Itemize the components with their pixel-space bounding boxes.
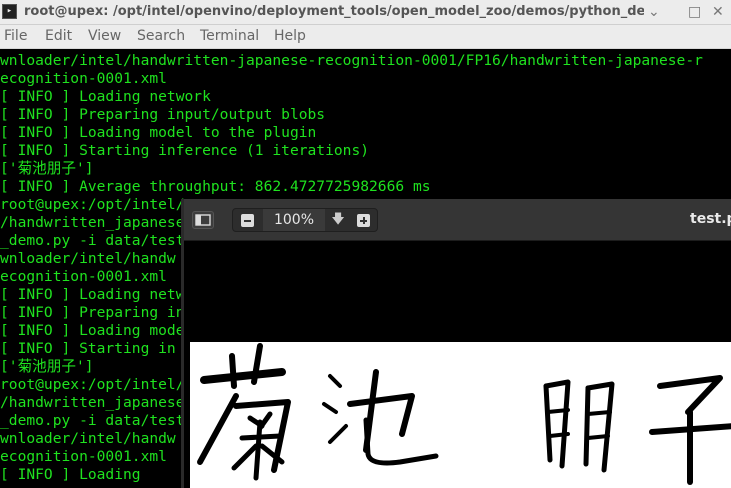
terminal-line: root@upex:/opt/intel/ — [0, 196, 185, 213]
terminal-line: _demo.py -i data/test — [0, 232, 185, 249]
terminal-line: wnloader/intel/handw — [0, 430, 176, 447]
maximize-icon[interactable]: □ — [688, 3, 701, 21]
handwritten-text-image — [197, 343, 731, 485]
terminal-line: [ INFO ] Loading network — [0, 88, 211, 105]
terminal-line: wnloader/intel/handwritten-japanese-reco… — [0, 52, 703, 69]
terminal-line: [ INFO ] Preparing input/output blobs — [0, 106, 326, 123]
terminal-line: [ INFO ] Preparing in — [0, 304, 185, 321]
minimize-icon[interactable]: ⌄ — [648, 3, 660, 21]
menu-view[interactable]: View — [88, 28, 121, 44]
terminal-line: ['菊池朋子'] — [0, 358, 94, 375]
close-icon[interactable]: ✕ — [712, 3, 724, 21]
zoom-level-field[interactable]: 100% — [263, 209, 325, 231]
terminal-line: /handwritten_japanese — [0, 214, 185, 231]
menu-terminal[interactable]: Terminal — [200, 28, 259, 44]
menu-help[interactable]: Help — [274, 28, 306, 44]
document-page — [190, 342, 731, 488]
terminal-line: ['菊池朋子'] — [0, 160, 94, 177]
terminal-line: ecognition-0001.xml — [0, 448, 167, 465]
terminal-line: [ INFO ] Loading model to the plugin — [0, 124, 317, 141]
terminal-line: [ INFO ] Starting in — [0, 340, 176, 357]
terminal-titlebar[interactable]: ▸ root@upex: /opt/intel/openvino/deploym… — [0, 0, 731, 25]
terminal-line: ecognition-0001.xml — [0, 268, 167, 285]
terminal-line: root@upex:/opt/intel/ — [0, 376, 185, 393]
image-viewer-window[interactable]: 100% 🡇 test.p — [181, 199, 731, 488]
menu-bar: File Edit View Search Terminal Help — [0, 25, 731, 49]
terminal-line: [ INFO ] Average throughput: 862.4727725… — [0, 178, 431, 195]
terminal-line: _demo.py -i data/test — [0, 412, 185, 429]
zoom-controls: 100% 🡇 — [232, 208, 378, 232]
sidebar-toggle-icon — [195, 214, 211, 226]
terminal-line: [ INFO ] Starting inference (1 iteration… — [0, 142, 370, 159]
menu-edit[interactable]: Edit — [45, 28, 72, 44]
plus-icon[interactable] — [357, 214, 370, 227]
menu-file[interactable]: File — [4, 28, 27, 44]
menu-search[interactable]: Search — [137, 28, 185, 44]
terminal-line: [ INFO ] Loading netw — [0, 286, 185, 303]
document-title: test.p — [690, 211, 731, 227]
window-title: root@upex: /opt/intel/openvino/deploymen… — [24, 4, 644, 19]
arrow-down-icon[interactable]: 🡇 — [329, 211, 347, 229]
minus-icon[interactable] — [241, 214, 254, 227]
terminal-icon: ▸ — [2, 4, 17, 19]
terminal-line: /handwritten_japanese — [0, 394, 185, 411]
terminal-line: wnloader/intel/handw — [0, 250, 176, 267]
terminal-line: ecognition-0001.xml — [0, 70, 167, 87]
sidebar-toggle-button[interactable] — [192, 211, 214, 229]
viewer-header-bar[interactable]: 100% 🡇 test.p — [184, 199, 731, 241]
terminal-line: [ INFO ] Loading — [0, 466, 141, 483]
terminal-line: [ INFO ] Loading mode — [0, 322, 185, 339]
